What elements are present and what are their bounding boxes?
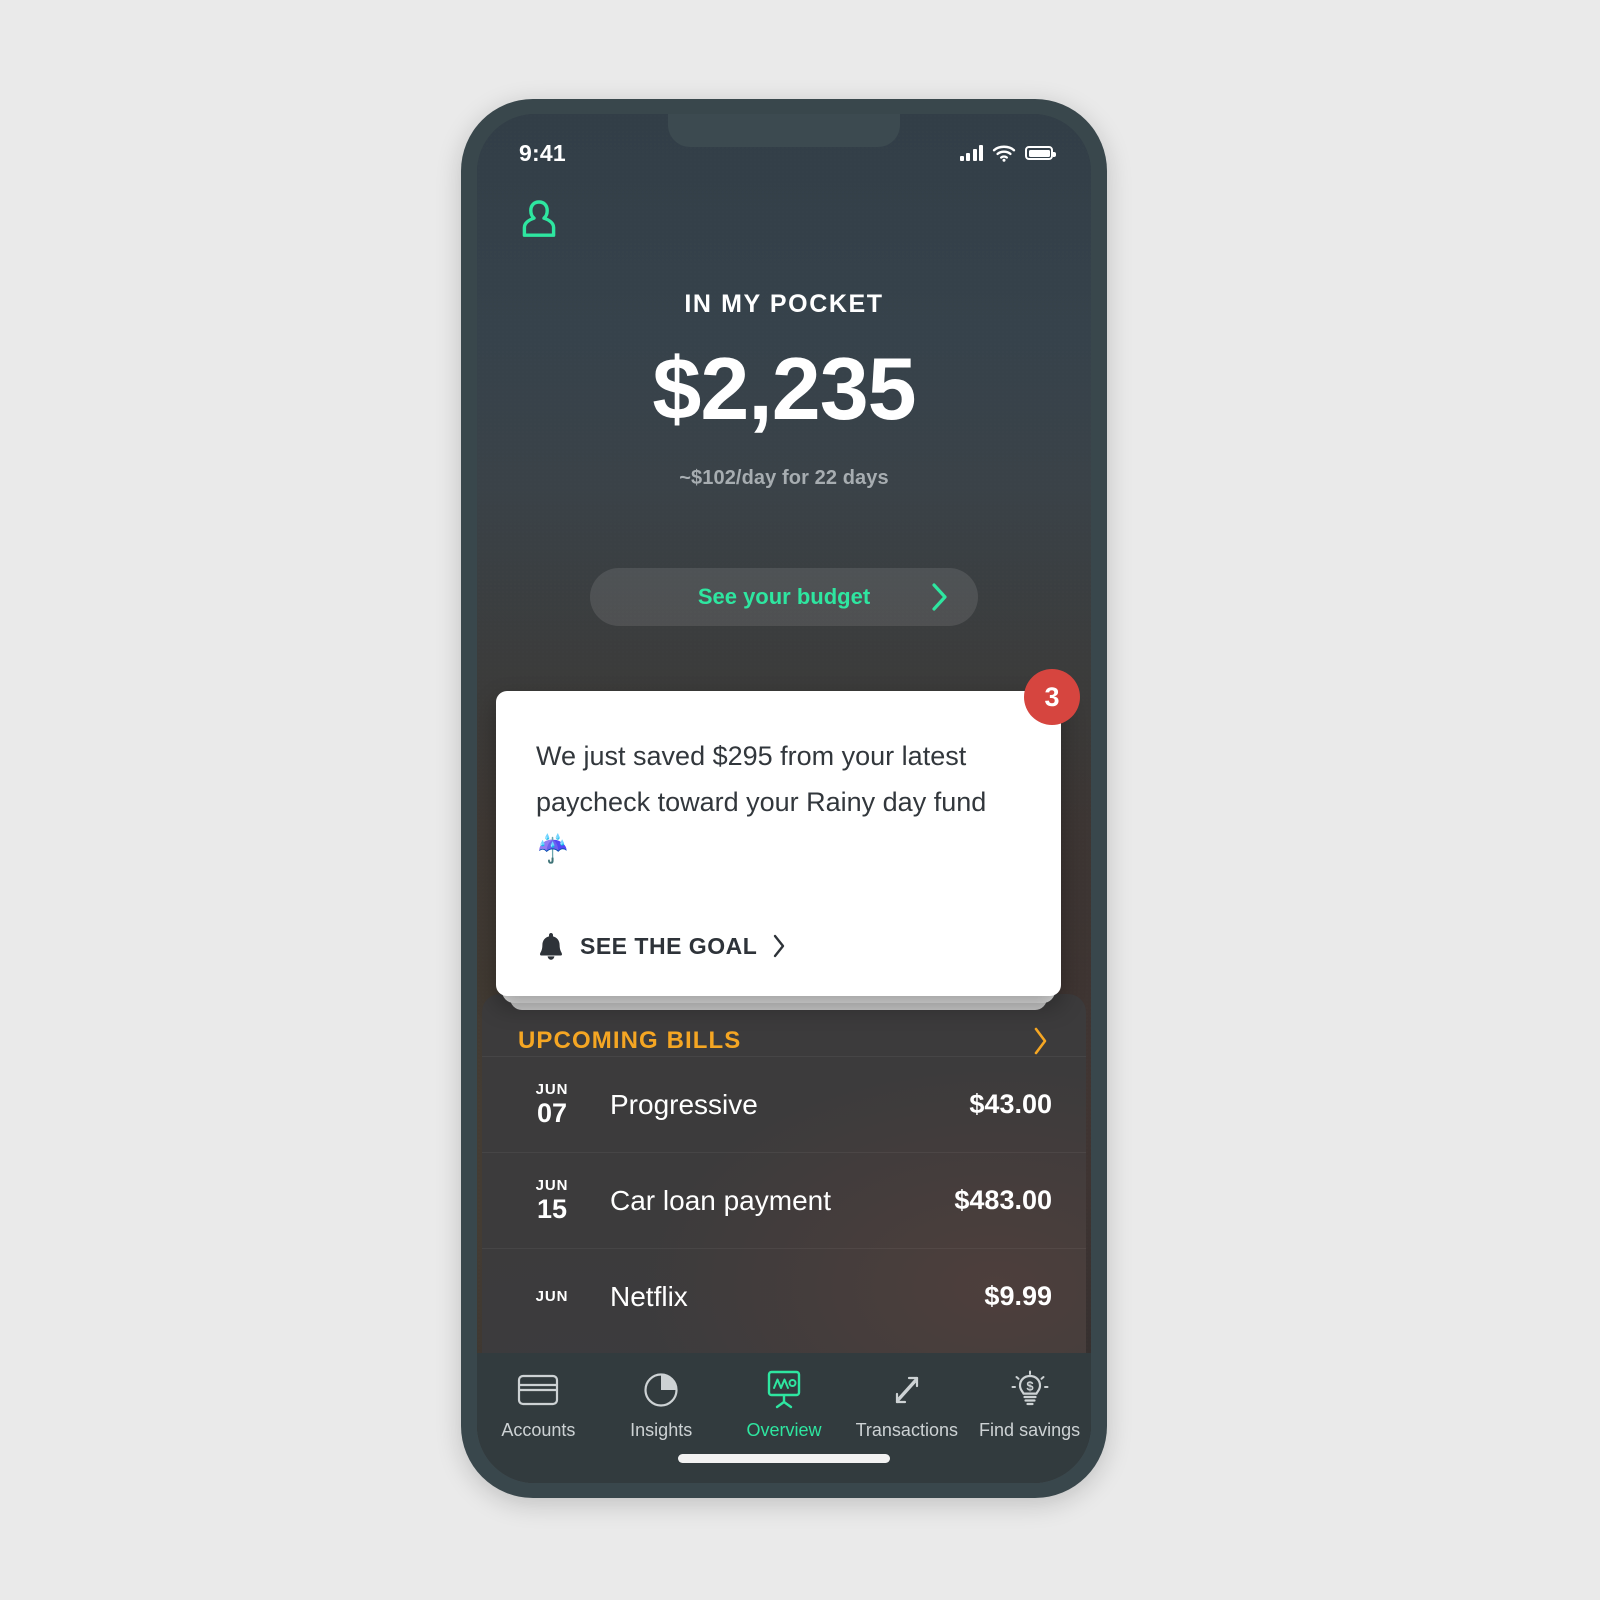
screenshot-stage: 9:41 IN MY POCKET $2,235 ~$102/day for 2… bbox=[0, 0, 1600, 1600]
page-title: IN MY POCKET bbox=[684, 290, 884, 318]
notification-card[interactable]: We just saved $295 from your latest payc… bbox=[496, 669, 1080, 997]
tab-find-savings[interactable]: $ Find savings bbox=[968, 1369, 1091, 1441]
tab-transactions[interactable]: Transactions bbox=[845, 1369, 968, 1441]
bill-amount: $43.00 bbox=[969, 1089, 1052, 1119]
lightbulb-dollar-icon: $ bbox=[1010, 1369, 1050, 1411]
chevron-right-icon bbox=[932, 583, 947, 611]
see-budget-label: See your budget bbox=[697, 584, 871, 609]
status-time: 9:41 bbox=[519, 139, 566, 166]
phone-screen: 9:41 IN MY POCKET $2,235 ~$102/day for 2… bbox=[477, 114, 1091, 1483]
tab-label: Insights bbox=[630, 1420, 693, 1440]
bill-date: JUN 15 bbox=[516, 1177, 588, 1224]
tab-insights[interactable]: Insights bbox=[600, 1369, 723, 1441]
status-icons bbox=[959, 144, 1056, 162]
bell-icon bbox=[540, 933, 562, 961]
cellular-signal-icon bbox=[959, 145, 983, 161]
pocket-rate: ~$102/day for 22 days bbox=[679, 467, 889, 489]
tab-label: Find savings bbox=[979, 1420, 1081, 1440]
bill-day: 15 bbox=[536, 1193, 568, 1224]
bottom-tab-bar: Accounts Insights Overview Transactions … bbox=[477, 1353, 1091, 1483]
table-row[interactable]: JUN Netflix $9.99 bbox=[482, 1248, 1086, 1344]
profile-button[interactable] bbox=[519, 198, 559, 245]
chart-board-icon bbox=[763, 1369, 805, 1411]
notification-card-stack: We just saved $295 from your latest payc… bbox=[496, 669, 1080, 1011]
upcoming-bills-title: UPCOMING BILLS bbox=[518, 1027, 742, 1054]
bill-month: JUN bbox=[535, 1176, 569, 1194]
bill-name: Progressive bbox=[610, 1088, 758, 1120]
tab-label: Accounts bbox=[501, 1420, 576, 1440]
bill-amount: $9.99 bbox=[984, 1281, 1052, 1311]
transfer-arrows-icon bbox=[887, 1369, 927, 1411]
see-the-goal-label: SEE THE GOAL bbox=[580, 932, 758, 959]
notification-message: We just saved $295 from your latest payc… bbox=[536, 741, 987, 864]
tab-label: Overview bbox=[746, 1420, 822, 1440]
bill-day: 07 bbox=[536, 1097, 568, 1128]
bill-month: JUN bbox=[535, 1080, 569, 1098]
pocket-summary: IN MY POCKET $2,235 ~$102/day for 22 day… bbox=[477, 290, 1091, 490]
table-row[interactable]: JUN 15 Car loan payment $483.00 bbox=[482, 1152, 1086, 1248]
tab-accounts[interactable]: Accounts bbox=[477, 1369, 600, 1441]
chevron-right-icon bbox=[774, 935, 785, 958]
battery-full-icon bbox=[1025, 146, 1056, 160]
wifi-icon bbox=[992, 145, 1016, 162]
credit-card-icon bbox=[517, 1369, 559, 1411]
chevron-right-icon[interactable] bbox=[1032, 1026, 1050, 1056]
bill-name: Car loan payment bbox=[610, 1184, 832, 1216]
bill-date: JUN 07 bbox=[516, 1081, 588, 1128]
see-the-goal-button[interactable]: SEE THE GOAL bbox=[536, 930, 1021, 962]
pie-chart-icon bbox=[642, 1369, 680, 1411]
pocket-amount: $2,235 bbox=[652, 339, 916, 438]
bill-amount: $483.00 bbox=[954, 1185, 1052, 1215]
profile-icon bbox=[522, 200, 556, 237]
tab-overview[interactable]: Overview bbox=[723, 1369, 846, 1441]
bill-month: JUN bbox=[535, 1288, 569, 1305]
notification-badge: 3 bbox=[1024, 669, 1080, 725]
notch bbox=[668, 114, 900, 147]
see-budget-button[interactable]: See your budget bbox=[590, 568, 978, 626]
table-row[interactable]: JUN 07 Progressive $43.00 bbox=[482, 1056, 1086, 1152]
home-indicator[interactable] bbox=[678, 1454, 890, 1463]
bill-date: JUN bbox=[516, 1288, 588, 1305]
svg-text:$: $ bbox=[1026, 1379, 1034, 1394]
tab-label: Transactions bbox=[855, 1420, 958, 1440]
bill-name: Netflix bbox=[610, 1280, 688, 1312]
phone-frame: 9:41 IN MY POCKET $2,235 ~$102/day for 2… bbox=[461, 99, 1107, 1498]
